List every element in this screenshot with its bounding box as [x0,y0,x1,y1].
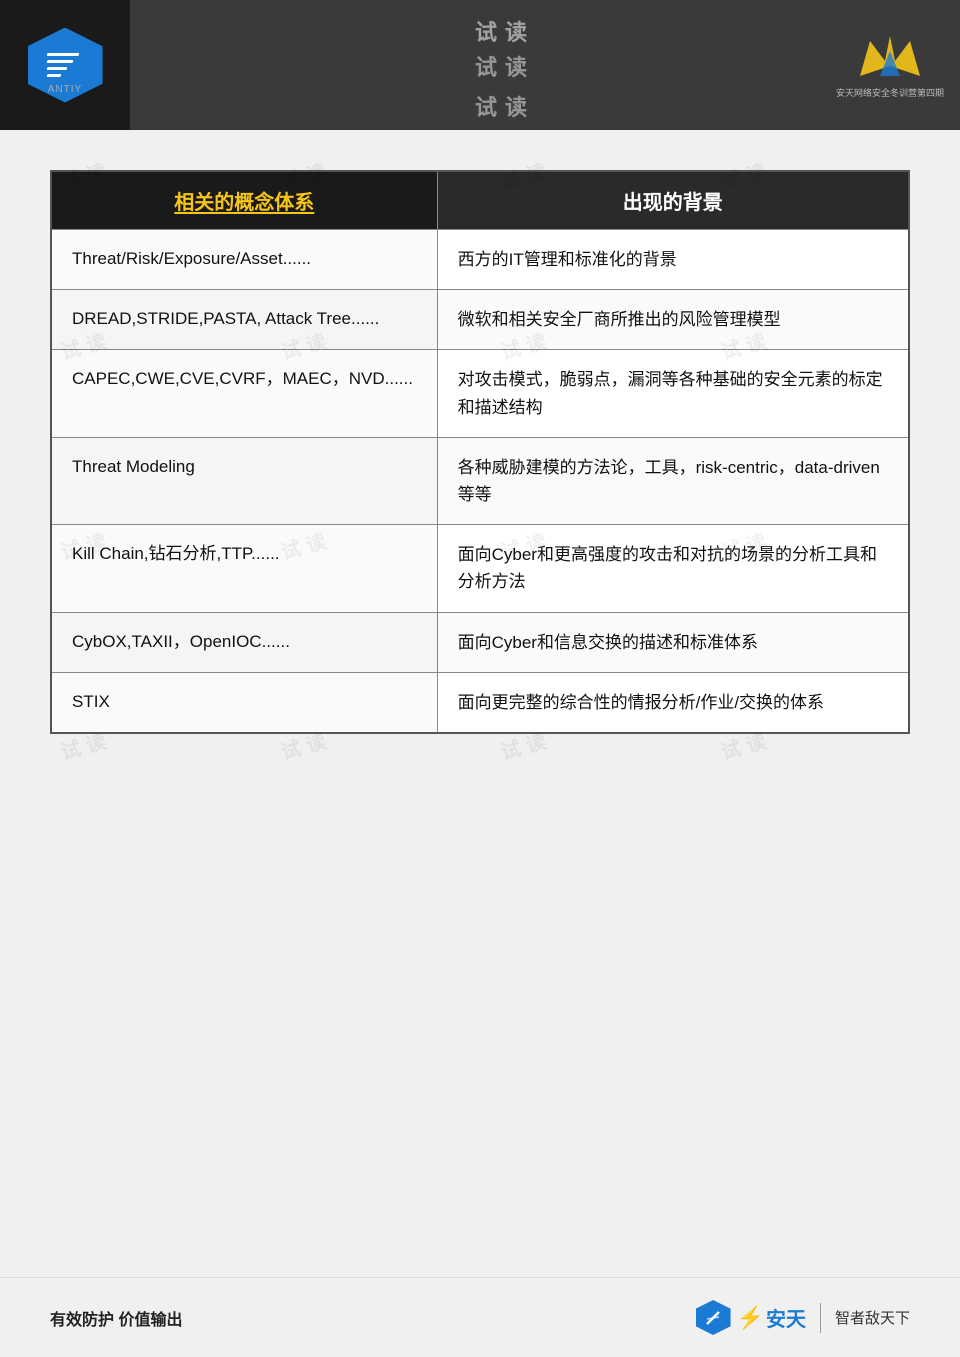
footer-left-text: 有效防护 价值输出 [50,1306,182,1330]
left-cell: CybOX,TAXII，OpenIOC...... [51,612,437,672]
right-cell: 对攻击模式，脆弱点，漏洞等各种基础的安全元素的标定和描述结构 [437,350,909,437]
right-cell: 微软和相关安全厂商所推出的风险管理模型 [437,290,909,350]
table-row: DREAD,STRIDE,PASTA, Attack Tree......微软和… [51,290,909,350]
col1-header: 相关的概念体系 [51,171,437,230]
watermark: 试读 [475,90,535,122]
brand-svg-icon [850,31,930,86]
footer-right: ⚡ 安天 智者敌天下 [696,1300,910,1335]
watermark: 试读 [475,50,535,82]
table-row: STIX面向更完整的综合性的情报分析/作业/交换的体系 [51,672,909,733]
watermark: 试读 [475,90,535,122]
table-row: Threat/Risk/Exposure/Asset......西方的IT管理和… [51,230,909,290]
footer-hex-icon [696,1300,731,1335]
table-row: CybOX,TAXII，OpenIOC......面向Cyber和信息交换的描述… [51,612,909,672]
logo-text: ANTIY [48,84,82,95]
right-cell: 各种威胁建模的方法论，工具，risk-centric，data-driven等等 [437,437,909,524]
footer-divider [820,1303,821,1333]
footer-brand-tagline: 智者敌天下 [835,1307,910,1328]
right-cell: 面向Cyber和信息交换的描述和标准体系 [437,612,909,672]
table-row: Kill Chain,钻石分析,TTP......面向Cyber和更高强度的攻击… [51,525,909,612]
footer-logo: ⚡ 安天 智者敌天下 [696,1300,910,1335]
footer-brand-lightning: ⚡ [737,1305,764,1331]
footer: 有效防护 价值输出 ⚡ 安天 智者敌天下 [0,1277,960,1357]
right-cell: 面向更完整的综合性的情报分析/作业/交换的体系 [437,672,909,733]
watermark: 试读 [475,90,535,122]
watermark: 试读 [475,50,535,82]
watermark: 试读 [475,15,535,47]
watermark-area: 试读 试读 试读 试读 试读 试读 试读 试读 试读 试读 试读 试读 试读 试… [130,0,820,130]
content-area: 试读 试读 试读 试读 试读 试读 试读 试读 试读 试读 试读 试读 试读 试… [0,130,960,774]
watermark: 试读 [475,15,535,47]
header: ANTIY 试读 试读 试读 试读 试读 试读 试读 试读 试读 试读 试读 试… [0,0,960,130]
header-right-logo: 安天网络安全冬训营第四期 [820,0,960,130]
watermark: 试读 [475,50,535,82]
footer-brand-name: 安天 [766,1303,806,1332]
watermark: 试读 [475,15,535,47]
brand-subtitle: 安天网络安全冬训营第四期 [836,86,944,99]
watermark: 试读 [475,15,535,47]
watermark: 试读 [475,90,535,122]
watermark: 试读 [475,50,535,82]
right-cell: 西方的IT管理和标准化的背景 [437,230,909,290]
watermark: 试读 [475,50,535,82]
left-cell: Kill Chain,钻石分析,TTP...... [51,525,437,612]
left-cell: Threat Modeling [51,437,437,524]
logo-area: ANTIY [0,0,130,130]
watermark: 试读 [475,90,535,122]
left-cell: STIX [51,672,437,733]
table-row: Threat Modeling各种威胁建模的方法论，工具，risk-centri… [51,437,909,524]
left-cell: DREAD,STRIDE,PASTA, Attack Tree...... [51,290,437,350]
watermark: 试读 [475,15,535,47]
right-cell: 面向Cyber和更高强度的攻击和对抗的场景的分析工具和分析方法 [437,525,909,612]
table-header-row: 相关的概念体系 出现的背景 [51,171,909,230]
main-table: 相关的概念体系 出现的背景 Threat/Risk/Exposure/Asset… [50,170,910,734]
left-cell: CAPEC,CWE,CVE,CVRF，MAEC，NVD...... [51,350,437,437]
watermark: 试读 [475,15,535,47]
col2-header: 出现的背景 [437,171,909,230]
left-cell: Threat/Risk/Exposure/Asset...... [51,230,437,290]
table-row: CAPEC,CWE,CVE,CVRF，MAEC，NVD......对攻击模式，脆… [51,350,909,437]
